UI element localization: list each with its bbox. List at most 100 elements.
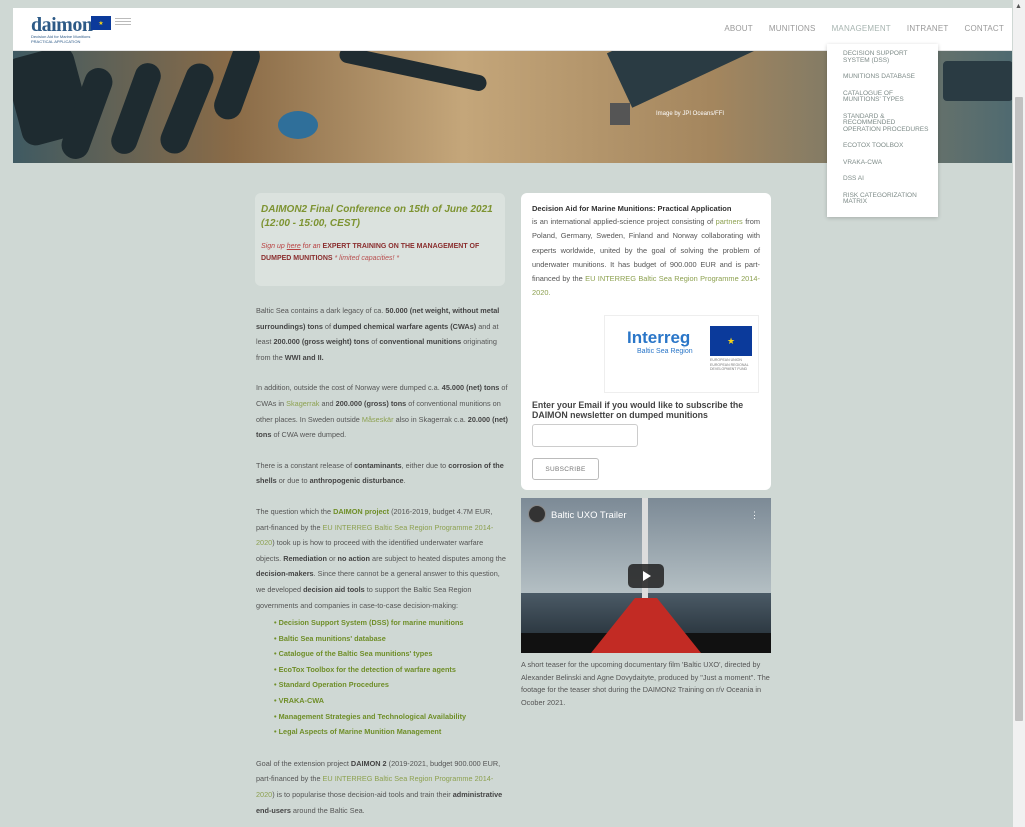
nav-contact[interactable]: CONTACT — [957, 24, 1012, 33]
logo-wordmark: daimon — [31, 14, 93, 36]
text-bold: 45.000 (net) tons — [441, 383, 500, 393]
announcement-limited: * limited capacities! * — [334, 255, 400, 262]
crab-illustration — [278, 111, 318, 139]
signup-here-link[interactable]: here — [287, 243, 301, 250]
newsletter-title: Enter your Email if you would like to su… — [532, 400, 744, 420]
text-span: , either due to — [401, 460, 447, 470]
dropdown-item-vraka[interactable]: VRAKA-CWA — [843, 159, 930, 167]
text-span: is an international applied-science proj… — [532, 217, 714, 226]
banner-caption: Image by JPI Oceans/FFI — [656, 111, 725, 117]
text-span: ) is to popularise those decision-aid to… — [272, 790, 451, 800]
text-span: or due to — [278, 476, 308, 486]
text-bold: no action — [337, 553, 370, 563]
scroll-up-icon[interactable]: ▲ — [1015, 3, 1022, 10]
flag-illustration — [610, 103, 630, 125]
tool-link-vraka[interactable]: VRAKA-CWA — [274, 693, 508, 709]
interreg-logo[interactable]: Interreg Baltic Sea Region ★ EUROPEAN UN… — [604, 315, 759, 393]
text-bold: 200.000 (gross) tons — [335, 398, 407, 408]
announcement-signup: Sign up — [261, 243, 285, 250]
management-dropdown: DECISION SUPPORT SYSTEM (DSS) MUNITIONS … — [827, 44, 938, 217]
nav-intranet[interactable]: INTRANET — [899, 24, 957, 33]
card-title: Decision Aid for Marine Munitions: Pract… — [532, 204, 732, 213]
channel-avatar-icon[interactable] — [528, 505, 546, 523]
dropdown-item-dss-ai[interactable]: DSS AI — [843, 175, 930, 183]
munition-illustration — [210, 51, 264, 124]
main-nav: ABOUT MUNITIONS MANAGEMENT INTRANET CONT… — [716, 24, 1012, 33]
seaweed-illustration — [943, 61, 1012, 101]
dropdown-item-dss[interactable]: DECISION SUPPORT SYSTEM (DSS) — [843, 50, 930, 64]
nav-munitions[interactable]: MUNITIONS — [761, 24, 824, 33]
tool-link-database[interactable]: Baltic Sea munitions' database — [274, 631, 508, 647]
intro-column: Baltic Sea contains a dark legacy of ca.… — [256, 303, 508, 827]
more-options-icon[interactable]: ⋮ — [750, 510, 759, 521]
text-bold: DAIMON 2 — [350, 758, 387, 768]
text-bold: contaminants — [354, 460, 402, 470]
text-bold: conventional munitions — [379, 337, 462, 347]
intro-paragraph-contaminants: There is a constant release of contamina… — [256, 458, 508, 489]
dropdown-item-munitions-database[interactable]: MUNITIONS DATABASE — [843, 73, 930, 81]
text-bold: decision-makers — [256, 569, 314, 579]
video-mast — [642, 498, 648, 608]
text-span: are subject to heated disputes among the — [372, 553, 506, 563]
project-info-card: Decision Aid for Marine Munitions: Pract… — [521, 193, 771, 490]
dropdown-item-ecotox[interactable]: ECOTOX TOOLBOX — [843, 142, 930, 150]
text-bold: Remediation — [283, 553, 327, 563]
tool-link-legal[interactable]: Legal Aspects of Marine Munition Managem… — [274, 724, 508, 740]
munition-illustration — [107, 59, 165, 158]
logo-subtitle: Decision Aid for Marine Munitions PRACTI… — [31, 34, 91, 44]
eu-flag-icon: ★ — [91, 16, 111, 30]
text-span: or — [329, 553, 336, 563]
scroll-thumb[interactable] — [1015, 97, 1023, 721]
tool-link-catalogue[interactable]: Catalogue of the Baltic Sea munitions' t… — [274, 646, 508, 662]
intro-paragraph-project: The question which the DAIMON project (2… — [256, 504, 508, 613]
intro-paragraph-legacy: Baltic Sea contains a dark legacy of ca.… — [256, 303, 508, 365]
nav-about[interactable]: ABOUT — [716, 24, 761, 33]
skagerrak-link[interactable]: Skagerrak — [286, 399, 319, 408]
tool-link-ecotox[interactable]: EcoTox Toolbox for the detection of warf… — [274, 662, 508, 678]
tools-list: Decision Support System (DSS) for marine… — [274, 615, 508, 740]
play-icon — [643, 571, 651, 581]
video-title[interactable]: Baltic UXO Trailer — [551, 510, 627, 521]
eu-fund-text: EUROPEAN UNION EUROPEAN REGIONAL DEVELOP… — [710, 358, 749, 371]
text-span: also in Skagerrak c.a. — [395, 414, 466, 424]
text-bold: anthropogenic disturbance — [309, 476, 404, 486]
tool-link-management[interactable]: Management Strategies and Technological … — [274, 709, 508, 725]
text-span: of CWA were dumped. — [273, 430, 347, 440]
video-player[interactable]: Baltic UXO Trailer ⋮ — [521, 498, 771, 653]
tool-link-sop[interactable]: Standard Operation Procedures — [274, 677, 508, 693]
nav-management[interactable]: MANAGEMENT — [824, 24, 899, 33]
text-span: Goal of the extension project — [256, 758, 349, 768]
text-span: of — [324, 321, 332, 331]
conference-announcement: DAIMON2 Final Conference on 15th of June… — [255, 193, 505, 286]
text-span: of — [371, 337, 378, 347]
maseskar-link[interactable]: Måseskär — [362, 415, 394, 424]
announcement-text: Sign up here for an EXPERT TRAINING ON T… — [261, 241, 499, 265]
page-scrollbar[interactable]: ▲ — [1013, 0, 1025, 827]
text-span: . — [403, 476, 406, 486]
text-bold: decision aid tools — [303, 584, 365, 594]
munition-illustration — [606, 51, 760, 108]
announcement-title: DAIMON2 Final Conference on 15th of June… — [261, 204, 493, 229]
tool-link-dss[interactable]: Decision Support System (DSS) for marine… — [274, 615, 508, 631]
daimon-project-link[interactable]: DAIMON project — [333, 507, 389, 516]
daimon-logo[interactable]: daimon Decision Aid for Marine Munitions… — [31, 14, 93, 44]
interreg-wordmark: Interreg — [627, 328, 691, 347]
play-button[interactable] — [628, 564, 664, 588]
subscribe-button[interactable]: SUBSCRIBE — [532, 458, 599, 480]
text-span: In addition, outside the cost of Norway … — [256, 383, 440, 393]
partners-link[interactable]: partners — [716, 217, 743, 226]
text-span: The question which the — [256, 506, 332, 516]
dropdown-item-procedures[interactable]: STANDARD & RECOMMENDED OPERATION PROCEDU… — [843, 113, 930, 134]
announcement-for-an: for an — [302, 243, 321, 250]
text-bold: 200.000 (gross weight) tons — [273, 337, 370, 347]
dropdown-item-catalogue[interactable]: CATALOGUE OF MUNITIONS' TYPES — [843, 90, 930, 104]
text-bold: WWI and II. — [284, 352, 324, 362]
email-field[interactable] — [532, 424, 638, 447]
dropdown-item-risk-matrix[interactable]: RISK CATEGORIZATION MATRIX — [843, 192, 930, 206]
text-span: around the Baltic Sea. — [292, 805, 365, 815]
interreg-subtitle: Baltic Sea Region — [637, 348, 693, 355]
text-span: There is a constant release of — [256, 460, 353, 470]
anchor-illustration — [337, 51, 489, 93]
text-bold: dumped chemical warfare agents (CWAs) — [333, 321, 477, 331]
intro-paragraph-norway: In addition, outside the cost of Norway … — [256, 380, 508, 442]
